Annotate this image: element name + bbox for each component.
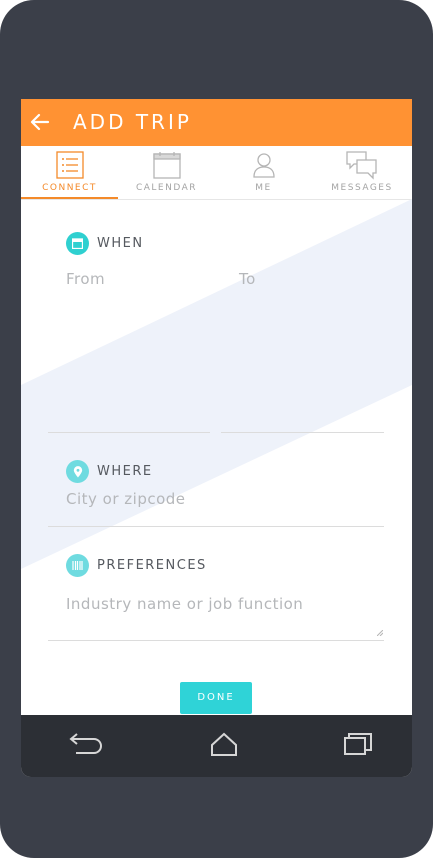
app-screen: ADD TRIP CONNECT CALENDAR ME MESSAGES WH… (21, 99, 412, 777)
tab-connect[interactable]: CONNECT (21, 146, 118, 199)
preferences-title: PREFERENCES (97, 558, 207, 573)
tab-label: MESSAGES (331, 183, 393, 193)
from-underline (48, 432, 210, 433)
city-zipcode-field[interactable]: City or zipcode (66, 490, 186, 508)
app-bar: ADD TRIP (21, 99, 412, 146)
page-title: ADD TRIP (73, 110, 192, 134)
nav-back-icon[interactable] (66, 729, 106, 763)
phone-frame: ADD TRIP CONNECT CALENDAR ME MESSAGES WH… (0, 0, 433, 858)
from-field[interactable]: From (66, 270, 105, 288)
to-field[interactable]: To (239, 270, 256, 288)
list-icon (55, 151, 84, 179)
tab-messages[interactable]: MESSAGES (312, 146, 412, 199)
resize-handle-icon[interactable] (377, 630, 383, 636)
barcode-icon (72, 561, 83, 570)
calendar-icon (152, 152, 181, 179)
location-badge (66, 460, 89, 483)
preferences-underline (48, 640, 384, 641)
trip-form: WHEN From To WHERE City or zipcode PREFE… (21, 199, 412, 715)
tab-label: CONNECT (42, 183, 97, 193)
location-pin-icon (73, 465, 82, 477)
calendar-icon (72, 238, 83, 249)
where-title: WHERE (97, 464, 153, 479)
industry-job-field[interactable]: Industry name or job function (66, 595, 303, 613)
preferences-section-header: PREFERENCES (66, 554, 207, 577)
tab-calendar[interactable]: CALENDAR (118, 146, 215, 199)
back-arrow-icon[interactable] (29, 111, 51, 133)
tab-label: ME (255, 183, 272, 193)
person-icon (252, 153, 275, 178)
system-nav-bar (21, 715, 412, 777)
where-underline (48, 526, 384, 527)
when-title: WHEN (97, 236, 144, 251)
done-button[interactable]: DONE (180, 682, 252, 714)
nav-home-icon[interactable] (204, 729, 244, 763)
to-underline (221, 432, 384, 433)
when-section-header: WHEN (66, 232, 144, 255)
calendar-badge (66, 232, 89, 255)
nav-recents-icon[interactable] (339, 729, 379, 763)
barcode-badge (66, 554, 89, 577)
chat-icon (346, 151, 377, 180)
where-section-header: WHERE (66, 460, 153, 483)
tab-me[interactable]: ME (215, 146, 312, 199)
tab-bar: CONNECT CALENDAR ME MESSAGES (21, 146, 412, 200)
tab-label: CALENDAR (135, 183, 198, 193)
